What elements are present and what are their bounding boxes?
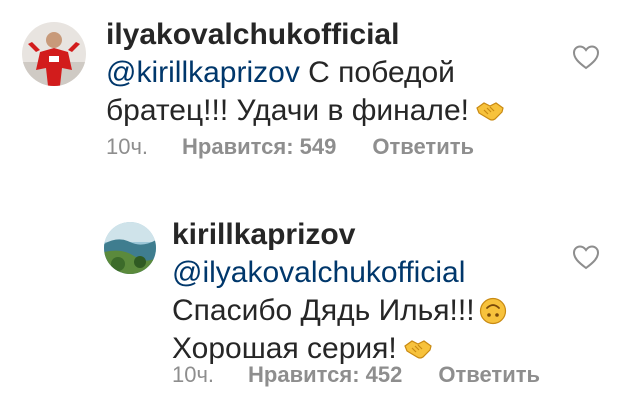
avatar[interactable] (22, 22, 86, 86)
profile-photo-coast-icon (104, 222, 156, 274)
mention-link[interactable]: @kirillkaprizov (106, 56, 300, 89)
likes-count[interactable]: Нравится: 549 (182, 134, 336, 160)
comments-thread: ilyakovalchukofficial @kirillkaprizov С … (0, 0, 640, 405)
reply-button[interactable]: Ответить (372, 134, 474, 160)
handshake-emoji-icon (403, 334, 433, 360)
timestamp: 10ч. (172, 362, 215, 387)
heart-outline-icon[interactable] (572, 244, 600, 270)
comment-meta: 10ч. Нравится: 452 Ответить (172, 362, 540, 388)
comment-text: Спасибо Дядь Илья!!! (172, 294, 475, 327)
comment-text: братец!!! Удачи в финале! (106, 94, 469, 127)
username[interactable]: ilyakovalchukofficial (106, 16, 546, 54)
mention-link[interactable]: @ilyakovalchukofficial (172, 256, 465, 289)
comment-body: kirillkaprizov @ilyakovalchukofficial Сп… (172, 216, 562, 368)
timestamp: 10ч. (106, 134, 149, 159)
comment-text: Хорошая серия! (172, 332, 397, 365)
reply-button[interactable]: Ответить (438, 362, 540, 388)
comment-text: С победой (299, 56, 455, 89)
heart-outline-icon[interactable] (572, 44, 600, 70)
comment-body: ilyakovalchukofficial @kirillkaprizov С … (106, 16, 546, 130)
avatar[interactable] (104, 222, 156, 274)
likes-count[interactable]: Нравится: 452 (248, 362, 402, 388)
profile-photo-red-jersey-icon (22, 22, 86, 86)
username[interactable]: kirillkaprizov (172, 216, 562, 254)
upside-down-face-emoji-icon (479, 297, 507, 325)
handshake-emoji-icon (475, 96, 505, 122)
comment-meta: 10ч. Нравится: 549 Ответить (106, 134, 474, 160)
